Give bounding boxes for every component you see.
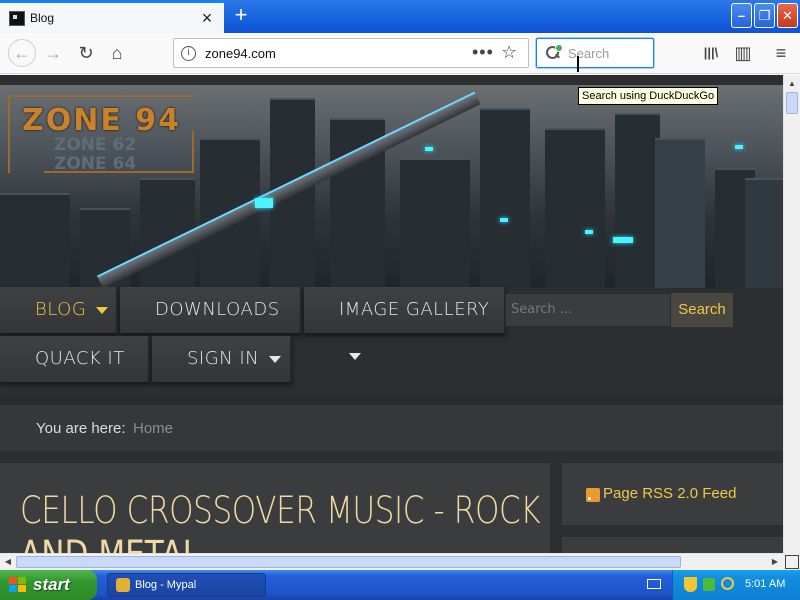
logo-subtitle: ZONE 62 — [54, 135, 137, 155]
sidebar-toggle-icon[interactable]: ▥ — [731, 41, 755, 65]
menu-label: BLOG — [35, 299, 87, 320]
menu-label: SIGN IN — [187, 348, 260, 369]
rss-feed-link[interactable]: Page RSS 2.0 Feed — [603, 485, 736, 502]
scroll-right-arrow-icon[interactable]: ▶ — [767, 554, 783, 570]
tab-title: Blog — [30, 11, 55, 25]
vertical-scrollbar[interactable]: ▲ — [783, 75, 800, 553]
menu-item-image-gallery[interactable]: IMAGE GALLERY — [304, 287, 506, 360]
horizontal-scrollbar[interactable]: ◀ ▶ — [0, 553, 783, 570]
site-favicon-icon — [9, 11, 25, 26]
hamburger-menu-icon[interactable]: ≡ — [769, 41, 793, 65]
menu-label: DOWNLOADS — [155, 299, 280, 320]
home-button[interactable]: ⌂ — [105, 41, 129, 65]
browser-search-input[interactable]: Search — [536, 38, 654, 68]
new-tab-button[interactable]: + — [230, 4, 252, 26]
sidebar-module — [562, 537, 783, 553]
bookmark-star-icon[interactable]: ☆ — [501, 42, 517, 63]
breadcrumb-home-link[interactable]: Home — [133, 420, 173, 437]
article-title[interactable]: CELLO CROSSOVER MUSIC - ROCK — [20, 489, 541, 533]
url-text[interactable]: zone94.com — [205, 46, 276, 61]
reload-button[interactable]: ↻ — [74, 41, 98, 65]
taskbar-item-label: Blog - Mypal — [135, 579, 197, 591]
site-logo[interactable]: ZONE 94 — [22, 103, 181, 138]
chevron-down-icon — [96, 306, 109, 314]
site-search-button[interactable]: Search — [671, 293, 733, 327]
navigation-toolbar: ← → ↻ ⌂ i zone94.com ••• ☆ Search |||\ ▥… — [0, 33, 800, 74]
tab-blog[interactable]: Blog × — [0, 1, 224, 33]
add-engine-badge-icon — [555, 44, 563, 52]
browser-tab-bar: Blog × + – ❐ ✕ — [0, 0, 800, 33]
logo-subtitle: ZONE 64 — [54, 154, 137, 174]
rss-feed-box: Page RSS 2.0 Feed — [562, 463, 783, 525]
mypal-app-icon — [116, 578, 130, 592]
page-viewport: ZONE 94 ZONE 62 ZONE 64 BLOG DOWNLOADS I… — [0, 75, 783, 553]
chevron-down-icon — [269, 355, 282, 363]
scroll-left-arrow-icon[interactable]: ◀ — [0, 554, 16, 570]
breadcrumb-label: You are here: — [36, 420, 126, 437]
taskbar-item-mypal[interactable]: Blog - Mypal — [107, 573, 266, 597]
search-engine-icon[interactable] — [545, 44, 563, 61]
start-button[interactable]: start — [0, 570, 97, 600]
close-window-button[interactable]: ✕ — [777, 3, 798, 28]
clock[interactable]: 5:01 AM — [745, 578, 785, 590]
header-banner: ZONE 94 ZONE 62 ZONE 64 — [0, 85, 783, 288]
rss-icon — [586, 488, 600, 502]
menu-item-blog[interactable]: BLOG — [0, 287, 118, 333]
text-cursor-icon — [575, 56, 581, 72]
menu-label: QUACK IT — [35, 348, 125, 369]
breadcrumb: You are here: Home — [0, 397, 783, 451]
menu-label: IMAGE GALLERY — [339, 299, 490, 320]
minimize-button[interactable]: – — [731, 3, 752, 28]
chevron-down-icon — [349, 352, 361, 360]
horizontal-scroll-thumb[interactable] — [16, 556, 681, 568]
back-button[interactable]: ← — [8, 39, 36, 67]
start-label: start — [33, 575, 70, 594]
article-card: CELLO CROSSOVER MUSIC - ROCK AND METAL — [0, 463, 550, 553]
restore-button[interactable]: ❐ — [754, 3, 775, 28]
keyboard-layout-icon[interactable] — [647, 579, 661, 589]
security-shield-icon[interactable] — [684, 577, 697, 592]
site-info-icon[interactable]: i — [181, 46, 196, 61]
library-icon[interactable]: |||\ — [699, 41, 723, 65]
page-actions-icon[interactable]: ••• — [472, 42, 494, 63]
tab-close-icon[interactable]: × — [198, 9, 216, 27]
windows-flag-icon — [9, 577, 27, 593]
vertical-scroll-thumb[interactable] — [786, 92, 798, 114]
network-icon[interactable] — [703, 578, 715, 591]
article-title-continued[interactable]: AND METAL — [20, 533, 200, 553]
menu-item-sign-in[interactable]: SIGN IN — [152, 336, 292, 382]
search-tray-icon[interactable] — [721, 577, 734, 590]
taskbar: start Blog - Mypal 5:01 AM — [0, 570, 800, 600]
scroll-corner — [783, 553, 800, 570]
forward-button[interactable]: → — [41, 41, 65, 65]
search-tooltip: Search using DuckDuckGo — [578, 87, 719, 105]
site-search-input[interactable]: Search ... — [505, 293, 671, 327]
menu-item-downloads[interactable]: DOWNLOADS — [120, 287, 302, 360]
system-tray: 5:01 AM — [672, 570, 800, 600]
scroll-up-arrow-icon[interactable]: ▲ — [784, 75, 800, 92]
menu-item-quack-it[interactable]: QUACK IT — [0, 336, 150, 382]
url-bar[interactable]: i zone94.com ••• ☆ — [173, 38, 529, 68]
